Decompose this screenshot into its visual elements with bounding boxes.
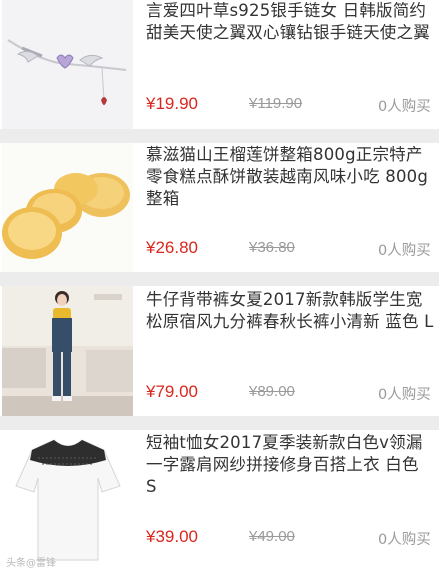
product-sold-count: 0人购买 xyxy=(378,99,431,115)
product-title[interactable]: 短袖t恤女2017夏季装新款白色v领漏一字露肩网纱拼接修身百搭上衣 白色 S xyxy=(146,432,434,498)
product-original-price: ¥89.00 xyxy=(249,383,295,400)
product-item-white-tshirt[interactable]: 短袖t恤女2017夏季装新款白色v领漏一字露肩网纱拼接修身百搭上衣 白色 S ¥… xyxy=(0,430,439,571)
product-price: ¥39.00 xyxy=(146,527,198,546)
product-image-white-tshirt[interactable] xyxy=(2,430,133,571)
product-title[interactable]: 慕滋猫山王榴莲饼整箱800g正宗特产零食糕点酥饼散装越南风味小吃 800g整箱 xyxy=(146,144,434,210)
product-price: ¥26.80 xyxy=(146,238,198,257)
product-price: ¥19.90 xyxy=(146,94,198,113)
product-item-denim-overalls[interactable]: 牛仔背带裤女夏2017新款韩版学生宽松原宿风九分裤春秋长裤小清新 蓝色 L ¥7… xyxy=(0,286,439,416)
product-image-denim-overalls[interactable] xyxy=(2,286,133,416)
product-sold-count: 0人购买 xyxy=(378,532,431,548)
product-item-bracelet[interactable]: 言爱四叶草s925银手链女 日韩版简约甜美天使之翼双心镶钻银手链天使之翼 ¥19… xyxy=(0,0,439,129)
product-original-price: ¥49.00 xyxy=(249,528,295,545)
product-image-bracelet[interactable] xyxy=(2,0,133,129)
product-price: ¥79.00 xyxy=(146,382,198,401)
product-item-durian-pastry[interactable]: 慕滋猫山王榴莲饼整箱800g正宗特产零食糕点酥饼散装越南风味小吃 800g整箱 … xyxy=(0,143,439,272)
product-title[interactable]: 牛仔背带裤女夏2017新款韩版学生宽松原宿风九分裤春秋长裤小清新 蓝色 L xyxy=(146,289,434,333)
watermark: 头条@雷锋 xyxy=(6,558,56,569)
product-title[interactable]: 言爱四叶草s925银手链女 日韩版简约甜美天使之翼双心镶钻银手链天使之翼 xyxy=(146,0,434,44)
product-original-price: ¥119.90 xyxy=(249,95,303,112)
product-original-price: ¥36.80 xyxy=(249,239,295,256)
product-sold-count: 0人购买 xyxy=(378,387,431,403)
product-image-durian-pastry[interactable] xyxy=(2,143,133,272)
product-sold-count: 0人购买 xyxy=(378,243,431,259)
